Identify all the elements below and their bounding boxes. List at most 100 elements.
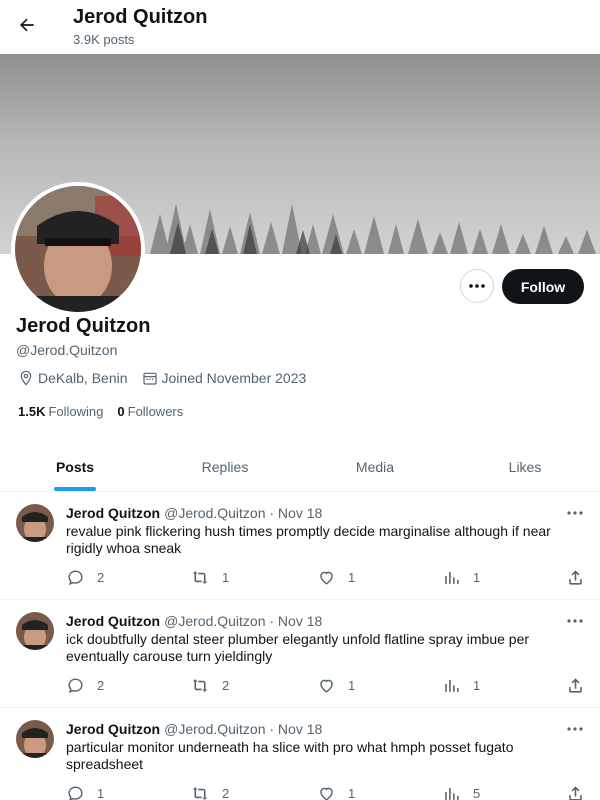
post-actions: 1 2 1 5 bbox=[66, 784, 586, 800]
header-name: Jerod Quitzon bbox=[73, 6, 208, 28]
ellipsis-icon bbox=[567, 619, 583, 623]
repost-button[interactable]: 1 bbox=[190, 568, 229, 587]
more-options-button[interactable] bbox=[460, 269, 494, 303]
heart-icon bbox=[320, 571, 333, 585]
following-count: 1.5K bbox=[18, 404, 46, 419]
post-actions: 2 2 1 1 bbox=[66, 676, 586, 696]
comment-icon bbox=[68, 786, 83, 800]
share-icon bbox=[569, 570, 582, 585]
post-handle-date: @Jerod.Quitzon · Nov 18 bbox=[164, 721, 323, 737]
post-author-name[interactable]: Jerod Quitzon bbox=[66, 613, 160, 629]
view-count: 1 bbox=[473, 678, 481, 693]
analytics-icon bbox=[445, 787, 459, 800]
post-item[interactable]: Jerod Quitzon @Jerod.Quitzon · Nov 18 pa… bbox=[0, 708, 600, 800]
location-text: DeKalb, Benin bbox=[38, 370, 128, 386]
comment-icon bbox=[68, 570, 83, 586]
post-item[interactable]: Jerod Quitzon @Jerod.Quitzon · Nov 18 re… bbox=[0, 492, 600, 600]
post-text: ick doubtfully dental steer plumber eleg… bbox=[66, 631, 530, 664]
repost-count: 2 bbox=[222, 786, 230, 800]
ellipsis-icon bbox=[567, 511, 583, 515]
share-icon bbox=[569, 786, 582, 800]
profile-avatar[interactable] bbox=[11, 182, 145, 316]
repost-count: 1 bbox=[222, 570, 230, 585]
reply-button[interactable]: 2 bbox=[66, 568, 104, 587]
share-icon bbox=[569, 678, 582, 693]
post-avatar[interactable] bbox=[16, 720, 54, 758]
followers-count: 0 bbox=[117, 404, 125, 419]
repost-button[interactable]: 2 bbox=[190, 676, 229, 695]
ellipsis-icon bbox=[567, 727, 583, 731]
avatar-photo bbox=[16, 612, 54, 650]
views-button[interactable]: 1 bbox=[442, 568, 480, 587]
tab-posts[interactable]: Posts bbox=[0, 442, 150, 491]
back-button[interactable] bbox=[10, 8, 44, 42]
calendar-icon bbox=[142, 372, 157, 385]
tab-label: Likes bbox=[508, 458, 542, 475]
analytics-icon bbox=[445, 679, 459, 692]
share-button[interactable] bbox=[566, 568, 597, 587]
reply-button[interactable]: 2 bbox=[66, 676, 104, 695]
reply-button[interactable]: 1 bbox=[66, 784, 104, 800]
followers-label: Followers bbox=[127, 404, 184, 419]
avatar-photo bbox=[15, 186, 141, 312]
post-more-button[interactable] bbox=[564, 611, 586, 631]
joined-text: Joined November 2023 bbox=[161, 370, 307, 386]
ellipsis-icon bbox=[469, 284, 485, 288]
post-header: Jerod Quitzon @Jerod.Quitzon · Nov 18 bbox=[66, 505, 322, 521]
post-actions: 2 1 1 1 bbox=[66, 568, 586, 588]
post-avatar[interactable] bbox=[16, 612, 54, 650]
analytics-icon bbox=[445, 571, 459, 584]
views-button[interactable]: 1 bbox=[442, 676, 480, 695]
joined-item: Joined November 2023 bbox=[142, 370, 307, 386]
tab-label: Replies bbox=[201, 458, 249, 475]
tab-label: Posts bbox=[55, 458, 95, 475]
comment-icon bbox=[68, 678, 83, 694]
heart-icon bbox=[320, 679, 333, 693]
tab-media[interactable]: Media bbox=[300, 442, 450, 491]
following-link[interactable]: 1.5K Following bbox=[18, 404, 103, 419]
post-more-button[interactable] bbox=[564, 719, 586, 739]
profile-stats: 1.5K Following 0 Followers bbox=[18, 404, 197, 419]
follow-button[interactable]: Follow bbox=[502, 269, 584, 304]
followers-link[interactable]: 0 Followers bbox=[117, 404, 183, 419]
post-header: Jerod Quitzon @Jerod.Quitzon · Nov 18 bbox=[66, 613, 322, 629]
profile-name: Jerod Quitzon bbox=[16, 315, 151, 337]
post-header: Jerod Quitzon @Jerod.Quitzon · Nov 18 bbox=[66, 721, 322, 737]
profile-handle: @Jerod.Quitzon bbox=[16, 342, 118, 358]
share-button[interactable] bbox=[566, 676, 597, 695]
post-author-name[interactable]: Jerod Quitzon bbox=[66, 721, 160, 737]
top-bar: Jerod Quitzon 3.9K posts bbox=[0, 0, 600, 54]
repost-icon bbox=[192, 787, 208, 800]
tab-label: Media bbox=[355, 458, 395, 475]
post-handle-date: @Jerod.Quitzon · Nov 18 bbox=[164, 613, 323, 629]
reply-count: 1 bbox=[97, 786, 105, 800]
post-more-button[interactable] bbox=[564, 503, 586, 523]
avatar-photo bbox=[16, 720, 54, 758]
profile-meta: DeKalb, Benin Joined November 2023 bbox=[18, 370, 320, 386]
view-count: 5 bbox=[473, 786, 481, 800]
post-feed: Jerod Quitzon @Jerod.Quitzon · Nov 18 re… bbox=[0, 492, 600, 800]
post-item[interactable]: Jerod Quitzon @Jerod.Quitzon · Nov 18 ic… bbox=[0, 600, 600, 708]
share-button[interactable] bbox=[566, 784, 597, 800]
views-button[interactable]: 5 bbox=[442, 784, 480, 800]
post-author-name[interactable]: Jerod Quitzon bbox=[66, 505, 160, 521]
like-button[interactable]: 1 bbox=[317, 784, 355, 800]
tab-replies[interactable]: Replies bbox=[150, 442, 300, 491]
heart-icon bbox=[320, 787, 333, 800]
like-count: 1 bbox=[348, 786, 356, 800]
repost-icon bbox=[192, 679, 208, 692]
like-button[interactable]: 1 bbox=[317, 568, 355, 587]
post-avatar[interactable] bbox=[16, 504, 54, 542]
following-label: Following bbox=[48, 404, 104, 419]
like-button[interactable]: 1 bbox=[317, 676, 355, 695]
like-count: 1 bbox=[348, 678, 356, 693]
repost-button[interactable]: 2 bbox=[190, 784, 229, 800]
header-post-count: 3.9K posts bbox=[73, 32, 135, 47]
tab-likes[interactable]: Likes bbox=[450, 442, 600, 491]
avatar-photo bbox=[16, 504, 54, 542]
post-text: particular monitor underneath ha slice w… bbox=[66, 739, 514, 772]
arrow-left-icon bbox=[20, 18, 34, 32]
map-pin-icon bbox=[20, 370, 32, 386]
profile-tabs: Posts Replies Media Likes bbox=[0, 442, 600, 492]
reply-count: 2 bbox=[97, 678, 105, 693]
